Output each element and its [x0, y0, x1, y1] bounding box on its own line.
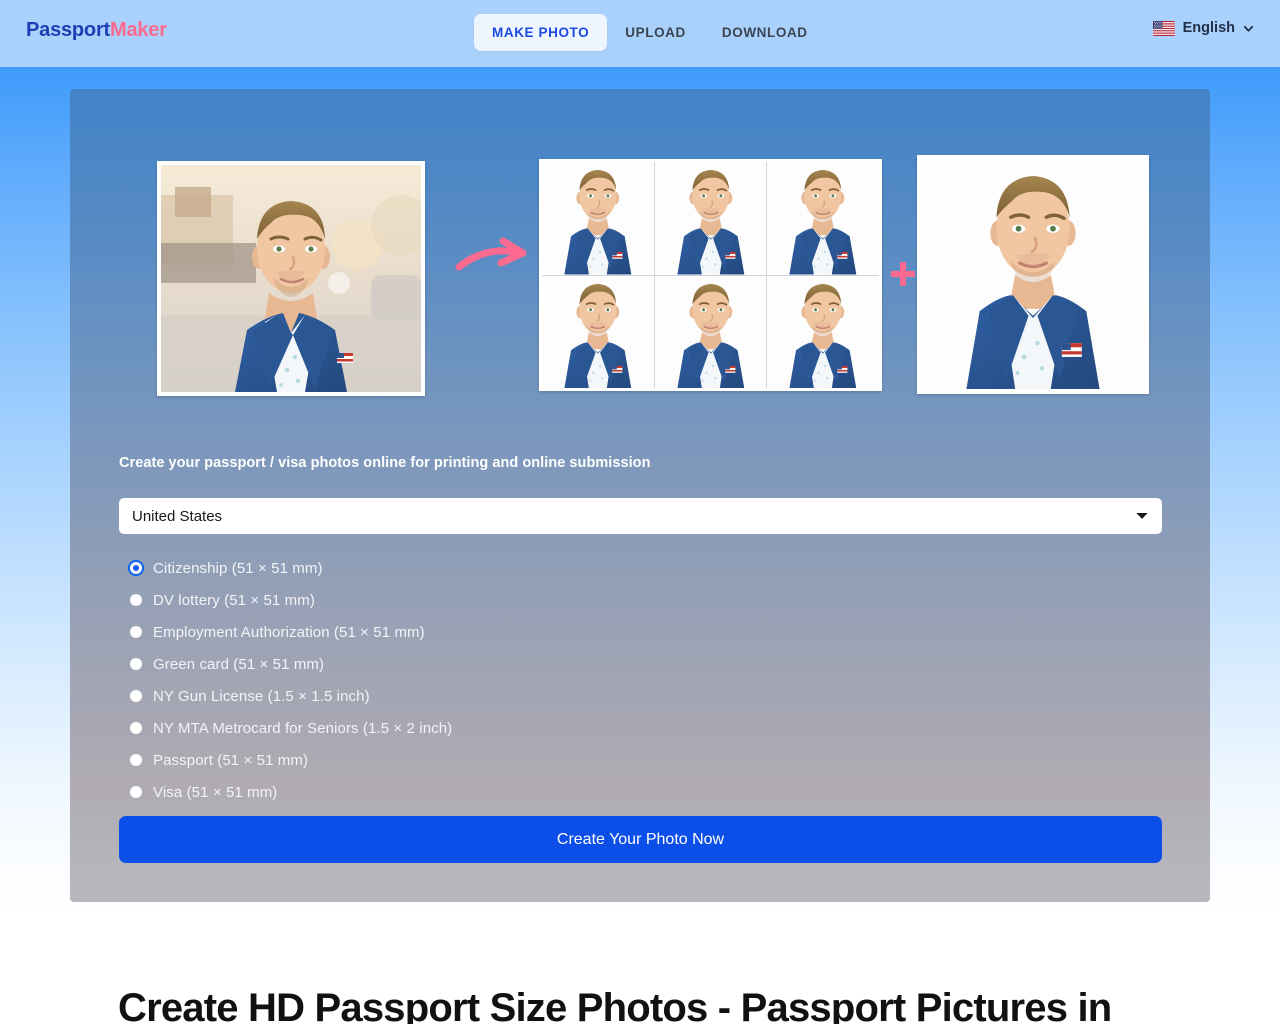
- radio-indicator: [130, 562, 142, 574]
- radio-indicator: [130, 658, 142, 670]
- grid-photo-cell: [542, 276, 654, 389]
- original-photo-frame: [157, 161, 425, 396]
- radio-option-ny-mta-metrocard[interactable]: NY MTA Metrocard for Seniors (1.5 × 2 in…: [119, 712, 1162, 744]
- photo-grid: [542, 162, 879, 388]
- site-logo[interactable]: PassportMaker: [26, 19, 167, 42]
- radio-label: NY MTA Metrocard for Seniors (1.5 × 2 in…: [153, 720, 452, 737]
- radio-option-dv-lottery[interactable]: DV lottery (51 × 51 mm): [119, 584, 1162, 616]
- site-header: PassportMaker MAKE PHOTO UPLOAD DOWNLOAD: [0, 0, 1280, 67]
- language-selector[interactable]: English: [1153, 20, 1254, 36]
- radio-indicator: [130, 754, 142, 766]
- nav-item-make-photo[interactable]: MAKE PHOTO: [474, 14, 607, 51]
- create-photo-button[interactable]: Create Your Photo Now: [119, 816, 1162, 863]
- us-flag-icon: [1153, 21, 1175, 36]
- radio-label: Green card (51 × 51 mm): [153, 656, 324, 673]
- photo-showcase: [70, 89, 1210, 419]
- radio-label: DV lottery (51 × 51 mm): [153, 592, 315, 609]
- logo-text-primary: Passport: [26, 19, 110, 41]
- radio-label: Employment Authorization (51 × 51 mm): [153, 624, 425, 641]
- language-label: English: [1183, 20, 1235, 36]
- page-headline: Create HD Passport Size Photos - Passpor…: [118, 984, 1163, 1024]
- radio-option-passport[interactable]: Passport (51 × 51 mm): [119, 744, 1162, 776]
- logo-text-secondary: Maker: [110, 19, 167, 41]
- radio-option-citizenship[interactable]: Citizenship (51 × 51 mm): [119, 552, 1162, 584]
- passport-photo-sheet: [539, 159, 882, 391]
- country-select[interactable]: United States: [119, 498, 1162, 534]
- single-passport-photo: [922, 160, 1144, 389]
- curved-arrow-right-icon: [453, 229, 533, 279]
- grid-photo-cell: [767, 162, 879, 275]
- radio-label: NY Gun License (1.5 × 1.5 inch): [153, 688, 370, 705]
- radio-label: Citizenship (51 × 51 mm): [153, 560, 323, 577]
- grid-photo-cell: [542, 162, 654, 275]
- document-type-list: Citizenship (51 × 51 mm) DV lottery (51 …: [119, 552, 1162, 808]
- radio-option-ny-gun-license[interactable]: NY Gun License (1.5 × 1.5 inch): [119, 680, 1162, 712]
- nav-item-upload[interactable]: UPLOAD: [607, 14, 704, 51]
- chevron-down-icon: [1243, 23, 1254, 34]
- radio-option-employment-authorization[interactable]: Employment Authorization (51 × 51 mm): [119, 616, 1162, 648]
- original-portrait-photo: [161, 165, 421, 392]
- radio-label: Visa (51 × 51 mm): [153, 784, 277, 801]
- radio-indicator: [130, 786, 142, 798]
- grid-photo-cell: [655, 276, 767, 389]
- radio-indicator: [130, 722, 142, 734]
- hero-card: Create your passport / visa photos onlin…: [70, 89, 1210, 902]
- radio-indicator: [130, 690, 142, 702]
- radio-label: Passport (51 × 51 mm): [153, 752, 308, 769]
- grid-photo-cell: [655, 162, 767, 275]
- nav-item-download[interactable]: DOWNLOAD: [704, 14, 826, 51]
- plus-icon: [888, 259, 918, 289]
- result-photo-frame: [917, 155, 1149, 394]
- radio-option-green-card[interactable]: Green card (51 × 51 mm): [119, 648, 1162, 680]
- radio-indicator: [130, 594, 142, 606]
- main-navigation: MAKE PHOTO UPLOAD DOWNLOAD: [474, 14, 826, 51]
- grid-photo-cell: [767, 276, 879, 389]
- form-heading: Create your passport / visa photos onlin…: [119, 455, 651, 471]
- radio-option-visa[interactable]: Visa (51 × 51 mm): [119, 776, 1162, 808]
- radio-indicator: [130, 626, 142, 638]
